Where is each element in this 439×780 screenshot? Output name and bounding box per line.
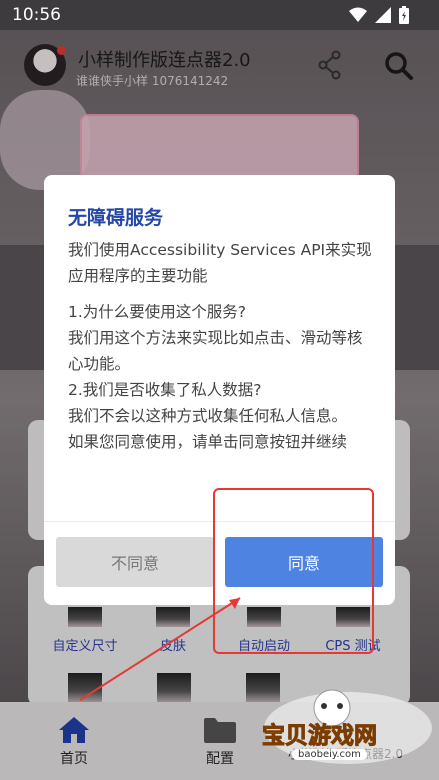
watermark-text: 宝贝游戏网 bbox=[262, 723, 378, 750]
annotation-arrow bbox=[79, 597, 241, 701]
watermark-url: baobeiy.com bbox=[292, 749, 367, 760]
